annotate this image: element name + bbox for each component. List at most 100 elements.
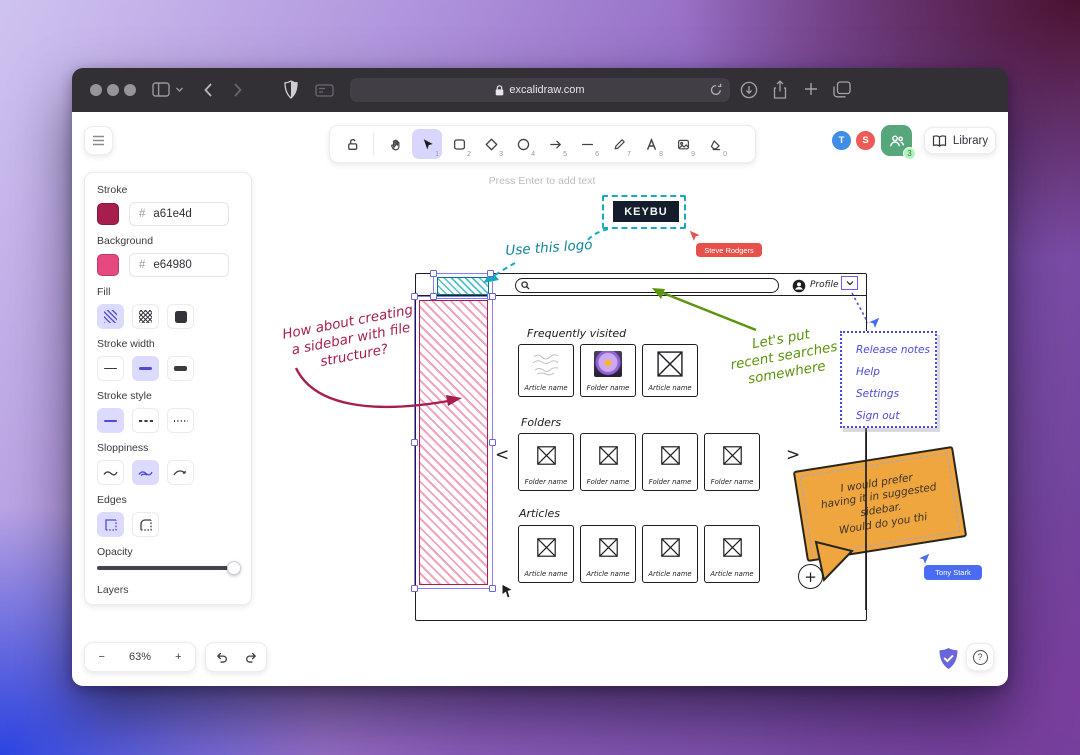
stroke-style-dotted-button[interactable] (167, 408, 194, 433)
selection-handle[interactable] (411, 585, 418, 592)
wireframe-profile-menu[interactable]: Release notes Help Settings Sign out (840, 331, 937, 428)
selection-handle[interactable] (430, 293, 437, 300)
lock-tool-button[interactable] (337, 129, 367, 159)
redo-button[interactable] (236, 643, 266, 671)
back-icon[interactable] (203, 82, 213, 98)
collaboration-button[interactable]: 3 (881, 125, 912, 156)
card-folder[interactable]: Folder name (642, 433, 698, 491)
card-folder[interactable]: Folder name (580, 344, 636, 397)
wireframe-search-input[interactable] (515, 278, 779, 293)
selection-handle[interactable] (489, 439, 496, 446)
note-use-this-logo[interactable]: Use this logo (494, 236, 605, 261)
zoom-level[interactable]: 63% (118, 643, 161, 671)
stroke-style-dashed-button[interactable] (132, 408, 159, 433)
card-article[interactable]: Article name (704, 525, 760, 583)
line-tool-button[interactable]: 6 (572, 129, 602, 159)
redo-icon (245, 651, 258, 664)
sloppiness-artist-button[interactable] (132, 460, 159, 485)
stroke-hex-input[interactable]: # a61e4d (129, 202, 229, 226)
card-article[interactable]: Article name (580, 525, 636, 583)
menu-item-release-notes[interactable]: Release notes (856, 344, 935, 356)
hand-tool-button[interactable] (380, 129, 410, 159)
card-label: Article name (586, 570, 629, 578)
traffic-light-close[interactable] (90, 84, 102, 96)
stroke-width-bold-button[interactable] (132, 356, 159, 381)
text-icon (644, 137, 659, 152)
help-button[interactable]: ? (966, 643, 994, 671)
selection-handle[interactable] (430, 270, 437, 277)
arrow-tool-button[interactable]: 5 (540, 129, 570, 159)
edges-round-button[interactable] (132, 512, 159, 537)
new-tab-icon[interactable] (803, 81, 819, 97)
text-tool-button[interactable]: 8 (636, 129, 666, 159)
traffic-light-minimize[interactable] (107, 84, 119, 96)
share-icon[interactable] (772, 80, 788, 100)
selection-handle[interactable] (411, 439, 418, 446)
avatar-initial: S (862, 135, 868, 146)
main-menu-button[interactable] (84, 126, 113, 155)
menu-item-sign-out[interactable]: Sign out (856, 410, 935, 422)
address-bar[interactable]: excalidraw.com (350, 78, 730, 102)
card-label: Folder name (587, 384, 630, 392)
eraser-tool-button[interactable]: 0 (700, 129, 730, 159)
menu-item-settings[interactable]: Settings (856, 388, 935, 400)
sloppiness-architect-button[interactable] (97, 460, 124, 485)
privacy-shield-icon[interactable] (284, 80, 298, 99)
selection-handle[interactable] (489, 585, 496, 592)
card-article[interactable]: Article name (518, 525, 574, 583)
opacity-slider-thumb[interactable] (227, 561, 241, 575)
rectangle-tool-button[interactable]: 2 (444, 129, 474, 159)
zoom-in-button[interactable]: + (162, 643, 195, 671)
card-article[interactable]: Article name (518, 344, 574, 397)
ellipse-tool-button[interactable]: 4 (508, 129, 538, 159)
image-placeholder-icon (661, 538, 680, 557)
card-article[interactable]: Article name (642, 525, 698, 583)
card-article[interactable]: Article name (642, 344, 698, 397)
edges-sharp-button[interactable] (97, 512, 124, 537)
stroke-width-thin-button[interactable] (97, 356, 124, 381)
draw-tool-button[interactable]: 7 (604, 129, 634, 159)
fill-solid-button[interactable] (167, 304, 194, 329)
wireframe-profile-dropdown[interactable] (841, 276, 858, 290)
keybu-logo[interactable]: KEYBU (613, 201, 679, 222)
card-folder[interactable]: Folder name (580, 433, 636, 491)
opacity-slider[interactable] (97, 566, 239, 570)
fill-crosshatch-button[interactable] (132, 304, 159, 329)
sidebar-chevron-icon[interactable] (175, 85, 184, 94)
downloads-icon[interactable] (740, 81, 758, 99)
card-folder[interactable]: Folder name (704, 433, 760, 491)
forward-icon[interactable] (233, 82, 243, 98)
background-color-swatch[interactable] (97, 254, 119, 276)
image-tool-button[interactable]: 9 (668, 129, 698, 159)
zoom-out-button[interactable]: − (85, 643, 118, 671)
collaborator-avatar-s[interactable]: S (855, 130, 876, 151)
collaborator-avatar-t[interactable]: T (831, 130, 852, 151)
carousel-next[interactable]: > (786, 445, 800, 465)
wireframe-add-button[interactable]: + (798, 564, 823, 589)
selection-handle[interactable] (411, 293, 418, 300)
tab-overview-icon[interactable] (833, 81, 851, 98)
undo-button[interactable] (206, 643, 236, 671)
background-section: Background # e64980 (97, 235, 239, 277)
selection-handle[interactable] (487, 270, 494, 277)
fill-hachure-button[interactable] (97, 304, 124, 329)
sidebar-toggle-icon[interactable] (152, 82, 170, 97)
encryption-shield-icon[interactable] (938, 647, 959, 676)
stroke-width-extrabold-button[interactable] (167, 356, 194, 381)
card-folder[interactable]: Folder name (518, 433, 574, 491)
diamond-icon (484, 137, 499, 152)
selection-handle[interactable] (489, 293, 496, 300)
extension-icon[interactable] (315, 84, 334, 97)
scribble-image (531, 351, 561, 377)
selection-tool-button[interactable]: 1 (412, 129, 442, 159)
traffic-light-zoom[interactable] (124, 84, 136, 96)
sloppiness-cartoonist-button[interactable] (167, 460, 194, 485)
stroke-style-solid-button[interactable] (97, 408, 124, 433)
carousel-prev[interactable]: < (495, 445, 509, 465)
library-button[interactable]: Library (924, 127, 996, 154)
background-hex-input[interactable]: # e64980 (129, 253, 229, 277)
stroke-color-swatch[interactable] (97, 203, 119, 225)
diamond-tool-button[interactable]: 3 (476, 129, 506, 159)
reload-icon[interactable] (710, 83, 722, 99)
menu-item-help[interactable]: Help (856, 366, 935, 378)
